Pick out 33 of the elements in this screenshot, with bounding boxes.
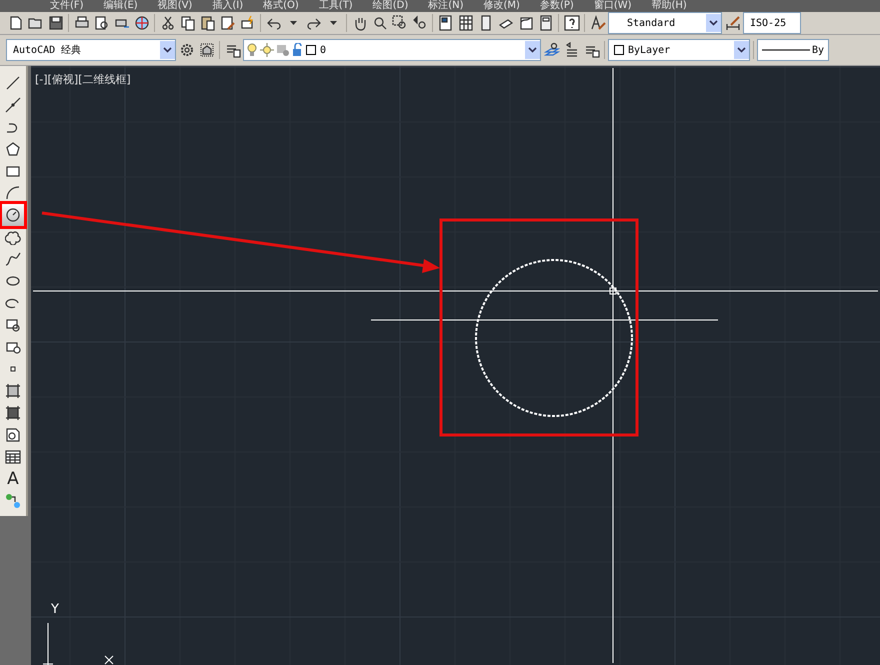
- viewport-freeze-icon[interactable]: [277, 43, 290, 57]
- sun-icon[interactable]: [260, 43, 274, 57]
- chevron-down-icon: [163, 47, 172, 53]
- color-dropdown[interactable]: ByLayer: [608, 39, 750, 61]
- chevron-down-icon: [709, 20, 718, 26]
- ucs-y-label: Y: [51, 602, 59, 617]
- chevron-down-icon: [528, 47, 537, 53]
- menu-item[interactable]: 格式(O): [263, 0, 299, 12]
- menu-item[interactable]: 编辑(E): [104, 0, 138, 12]
- lightbulb-icon[interactable]: [247, 43, 257, 57]
- workspace-dropdown[interactable]: AutoCAD 经典: [6, 39, 176, 61]
- circle-tool-icon[interactable]: [2, 204, 24, 226]
- selected-circle[interactable]: [475, 259, 633, 417]
- menu-item[interactable]: 帮助(H): [652, 0, 687, 12]
- viewport-label[interactable]: [-][俯视][二维线框]: [35, 72, 131, 87]
- menu-item[interactable]: 插入(I): [212, 0, 244, 12]
- help-icon[interactable]: [562, 14, 581, 32]
- linetype-sample: [762, 48, 810, 52]
- menu-item[interactable]: 参数(P): [540, 0, 574, 12]
- dimension-style-dropdown[interactable]: ISO-25: [743, 12, 801, 34]
- menu-item[interactable]: 工具(T): [318, 0, 353, 12]
- color-swatch[interactable]: [306, 45, 316, 55]
- padlock-icon[interactable]: [293, 43, 303, 57]
- chevron-down-icon: [737, 47, 746, 53]
- menu-item[interactable]: 视图(V): [158, 0, 192, 12]
- color-swatch: [614, 45, 624, 55]
- ucs-icon: [42, 622, 114, 665]
- layer-dropdown[interactable]: 0: [243, 39, 541, 61]
- text-tool-button[interactable]: A: [2, 468, 24, 490]
- linetype-dropdown[interactable]: By: [757, 39, 829, 61]
- menu-item[interactable]: 修改(M): [484, 0, 520, 12]
- menu-item[interactable]: 绘图(D): [372, 0, 408, 12]
- text-style-dropdown[interactable]: Standard: [608, 12, 722, 34]
